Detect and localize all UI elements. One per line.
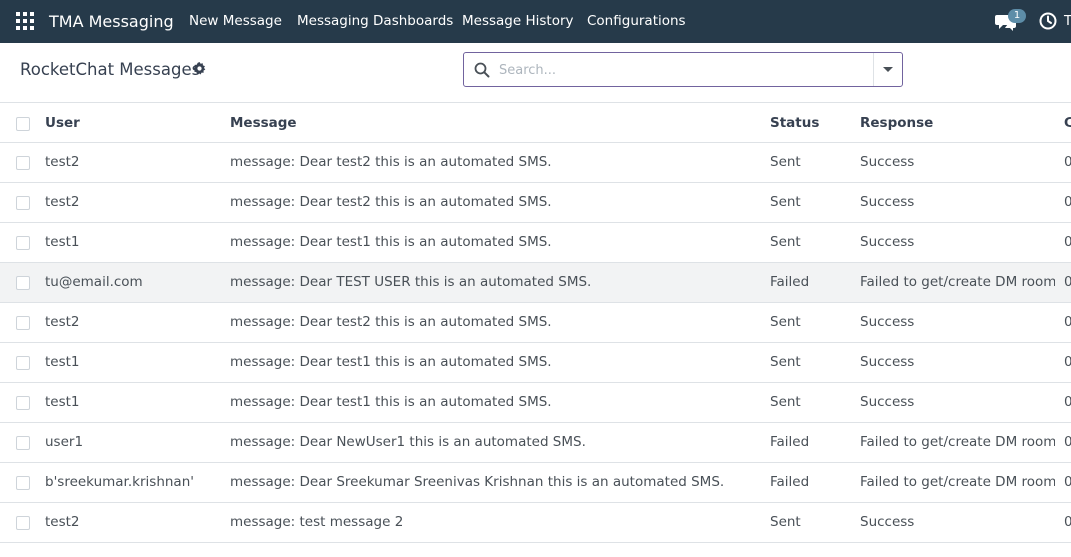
select-all-checkbox[interactable] (16, 117, 30, 131)
cell-user: test2 (45, 154, 80, 170)
cell-status: Sent (770, 314, 801, 330)
table-row[interactable]: user1 message: Dear NewUser1 this is an … (0, 423, 1071, 463)
search-bar (463, 52, 903, 87)
cell-response: Success (860, 194, 915, 210)
chat-count-badge: 1 (1008, 9, 1026, 23)
cell-response: Success (860, 234, 915, 250)
control-panel: RocketChat Messages (0, 43, 1071, 103)
cell-message: message: Dear test2 this is an automated… (230, 194, 552, 210)
table-row[interactable]: test2 message: Dear test2 this is an aut… (0, 183, 1071, 223)
caret-down-icon (883, 67, 893, 72)
row-checkbox[interactable] (16, 476, 30, 490)
cell-extra: 0 (1064, 434, 1071, 450)
page-title: RocketChat Messages (20, 60, 201, 79)
cell-message: message: Dear Sreekumar Sreenivas Krishn… (230, 474, 725, 490)
cell-message: message: Dear test1 this is an automated… (230, 394, 552, 410)
cell-status: Sent (770, 514, 801, 530)
search-input[interactable] (499, 58, 869, 82)
table-row[interactable]: test1 message: Dear test1 this is an aut… (0, 383, 1071, 423)
top-navbar: TMA Messaging New Message Messaging Dash… (0, 0, 1071, 43)
cell-status: Sent (770, 154, 801, 170)
clock-icon[interactable] (1039, 12, 1057, 30)
messages-table: User Message Status Response C test2 mes… (0, 104, 1071, 543)
cell-extra: 0 (1064, 234, 1071, 250)
apps-grid-icon[interactable] (16, 12, 34, 30)
cell-response: Success (860, 154, 915, 170)
column-header-extra[interactable]: C (1064, 104, 1071, 143)
row-checkbox[interactable] (16, 356, 30, 370)
row-checkbox[interactable] (16, 196, 30, 210)
table-row[interactable]: test1 message: Dear test1 this is an aut… (0, 343, 1071, 383)
table-row[interactable]: b'sreekumar.krishnan' message: Dear Sree… (0, 463, 1071, 503)
cell-message: message: Dear NewUser1 this is an automa… (230, 434, 586, 450)
table-row[interactable]: test2 message: Dear test2 this is an aut… (0, 303, 1071, 343)
table-row[interactable]: test1 message: Dear test1 this is an aut… (0, 223, 1071, 263)
cell-user: b'sreekumar.krishnan' (45, 474, 194, 490)
cell-message: message: Dear test1 this is an automated… (230, 354, 552, 370)
cell-message: message: Dear test2 this is an automated… (230, 154, 552, 170)
cell-extra: 0 (1064, 314, 1071, 330)
cell-status: Sent (770, 354, 801, 370)
cell-response: Success (860, 354, 915, 370)
row-checkbox[interactable] (16, 276, 30, 290)
row-checkbox[interactable] (16, 236, 30, 250)
row-checkbox[interactable] (16, 436, 30, 450)
row-checkbox[interactable] (16, 516, 30, 530)
cell-extra: 0 (1064, 194, 1071, 210)
cell-extra: 0 (1064, 154, 1071, 170)
cell-extra: 0 (1064, 474, 1071, 490)
cell-response: Failed to get/create DM room (860, 434, 1055, 450)
cell-extra: 0 (1064, 274, 1071, 290)
cell-extra: 0 (1064, 394, 1071, 410)
cell-status: Failed (770, 434, 810, 450)
cell-message: message: Dear test1 this is an automated… (230, 234, 552, 250)
cell-extra: 0 (1064, 514, 1071, 530)
cell-response: Success (860, 514, 915, 530)
menu-configurations[interactable]: Configurations (587, 0, 686, 43)
cell-user: test1 (45, 394, 80, 410)
row-checkbox[interactable] (16, 316, 30, 330)
column-header-response[interactable]: Response (860, 104, 1055, 143)
cell-response: Failed to get/create DM room (860, 274, 1055, 290)
cell-status: Sent (770, 234, 801, 250)
cell-user: test2 (45, 514, 80, 530)
app-name[interactable]: TMA Messaging (49, 0, 174, 43)
cell-user: test2 (45, 194, 80, 210)
search-options-toggle[interactable] (874, 53, 903, 86)
cell-extra: 0 (1064, 354, 1071, 370)
cell-message: message: Dear TEST USER this is an autom… (230, 274, 592, 290)
cell-user: test1 (45, 354, 80, 370)
cell-message: message: Dear test2 this is an automated… (230, 314, 552, 330)
cell-response: Failed to get/create DM room (860, 474, 1055, 490)
column-header-status[interactable]: Status (770, 104, 855, 143)
cell-response: Success (860, 394, 915, 410)
cell-status: Failed (770, 274, 810, 290)
cell-message: message: test message 2 (230, 514, 404, 530)
table-header: User Message Status Response C (0, 104, 1071, 143)
cell-user: tu@email.com (45, 274, 143, 290)
row-checkbox[interactable] (16, 396, 30, 410)
menu-new-message[interactable]: New Message (189, 0, 282, 43)
table-row[interactable]: test2 message: Dear test2 this is an aut… (0, 143, 1071, 183)
menu-messaging-dashboards[interactable]: Messaging Dashboards (297, 0, 453, 43)
cell-status: Sent (770, 194, 801, 210)
menu-message-history[interactable]: Message History (462, 0, 574, 43)
cell-response: Success (860, 314, 915, 330)
gear-icon[interactable] (193, 62, 206, 75)
cell-user: test2 (45, 314, 80, 330)
cell-user: test1 (45, 234, 80, 250)
cell-status: Sent (770, 394, 801, 410)
column-header-message[interactable]: Message (230, 104, 760, 143)
cell-status: Failed (770, 474, 810, 490)
search-icon (474, 62, 490, 78)
column-header-user[interactable]: User (45, 104, 225, 143)
table-row[interactable]: test2 message: test message 2 Sent Succe… (0, 503, 1071, 543)
cell-user: user1 (45, 434, 84, 450)
table-row[interactable]: tu@email.com message: Dear TEST USER thi… (0, 263, 1071, 303)
user-menu[interactable]: T (1064, 0, 1071, 43)
row-checkbox[interactable] (16, 156, 30, 170)
